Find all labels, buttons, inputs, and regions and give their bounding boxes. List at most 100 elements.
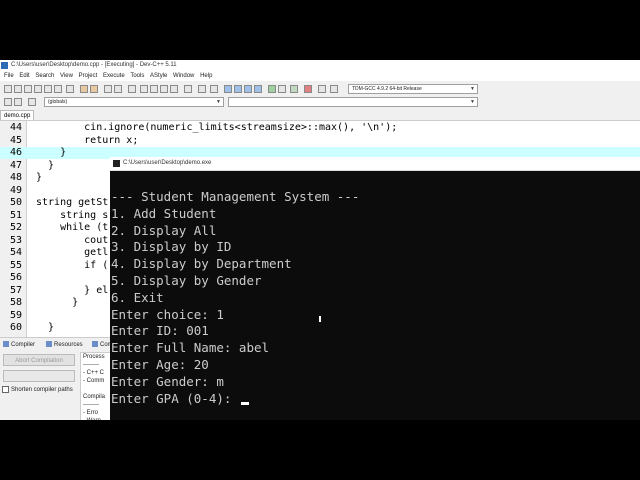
indent-icon[interactable] — [128, 85, 136, 93]
project-options-icon[interactable] — [170, 85, 178, 93]
console-line: 1. Add Student — [111, 205, 216, 222]
bookmark-goto-icon[interactable] — [210, 85, 218, 93]
console-line: Enter ID: 001 — [111, 322, 209, 339]
toolbar-info-icon[interactable] — [330, 85, 338, 93]
devcpp-app-icon — [1, 62, 8, 69]
shorten-paths-checkbox[interactable]: Shorten compiler paths — [2, 386, 73, 394]
line-number: 52 — [9, 222, 22, 233]
console-line: Enter GPA (0-4): — [111, 390, 249, 407]
scope-select[interactable]: (globals) ▼ — [44, 97, 224, 107]
new-file-icon[interactable] — [4, 85, 12, 93]
save-icon[interactable] — [24, 85, 32, 93]
menu-file[interactable]: File — [4, 71, 14, 81]
menu-tools[interactable]: Tools — [130, 71, 144, 81]
menu-astyle[interactable]: AStyle — [150, 71, 167, 81]
console-line: 5. Display by Gender — [111, 272, 262, 289]
code-text: } — [36, 297, 79, 308]
line-number: 57 — [9, 284, 22, 296]
code-text: return x; — [36, 134, 139, 146]
console-text: Enter GPA (0-4): — [111, 390, 239, 406]
check-syntax-icon[interactable] — [290, 85, 298, 93]
stop-execution-icon[interactable] — [304, 85, 312, 93]
scope-select-value: (globals) — [48, 99, 68, 105]
resources-icon — [46, 341, 52, 348]
main-toolbar: TDM-GCC 4.9.2 64-bit Release ▼ — [0, 81, 640, 97]
console-window[interactable]: C:\Users\user\Desktop\demo.exe --- Stude… — [110, 157, 640, 420]
console-text: Enter Full Name: abel — [111, 340, 270, 356]
code-text: } — [36, 147, 67, 158]
code-text: } — [36, 159, 55, 171]
code-text: cin.ignore(numeric_limits<streamsize>::m… — [36, 122, 398, 133]
find-icon[interactable] — [104, 85, 112, 93]
run-icon[interactable] — [234, 85, 242, 93]
print-icon[interactable] — [66, 85, 74, 93]
menu-bar: File Edit Search View Project Execute To… — [0, 71, 640, 81]
console-line: Enter Age: 20 — [111, 356, 209, 373]
redo-icon[interactable] — [90, 85, 98, 93]
console-text: Enter ID: 001 — [111, 323, 209, 339]
project-new-icon[interactable] — [140, 85, 148, 93]
save-all-icon[interactable] — [34, 85, 42, 93]
rebuild-icon[interactable] — [254, 85, 262, 93]
insert-icon[interactable] — [4, 98, 12, 106]
code-line: 44 cin.ignore(numeric_limits<streamsize>… — [0, 122, 640, 134]
console-line: Enter Gender: m — [111, 373, 224, 390]
tab-compiler[interactable]: Compiler — [3, 340, 35, 350]
line-number: 54 — [9, 247, 22, 258]
compile-icon[interactable] — [224, 85, 232, 93]
line-number: 47 — [9, 159, 22, 171]
menu-search[interactable]: Search — [35, 71, 54, 81]
compiler-select[interactable]: TDM-GCC 4.9.2 64-bit Release ▼ — [348, 84, 478, 94]
menu-project[interactable]: Project — [79, 71, 98, 81]
line-number: 59 — [9, 309, 22, 321]
menu-window[interactable]: Window — [173, 71, 194, 81]
line-number: 49 — [9, 184, 22, 196]
console-text: 6. Exit — [111, 289, 164, 305]
line-number: 44 — [9, 122, 22, 133]
toggle-bookmark-icon[interactable] — [14, 98, 22, 106]
goto-bookmark-icon[interactable] — [28, 98, 36, 106]
class-toolbar: (globals) ▼ ▼ — [0, 96, 640, 109]
project-add-icon[interactable] — [150, 85, 158, 93]
console-text: 2. Display All — [111, 222, 217, 238]
console-text: 4. Display by Department — [111, 256, 292, 272]
bookmark-icon[interactable] — [198, 85, 206, 93]
abort-compilation-button[interactable]: Abort Compilation — [3, 354, 75, 366]
menu-execute[interactable]: Execute — [103, 71, 125, 81]
goto-line-icon[interactable] — [184, 85, 192, 93]
compiler-icon — [3, 341, 9, 348]
bottom-panel-blank-button[interactable] — [3, 370, 75, 382]
tab-demo-cpp[interactable]: demo.cpp — [0, 110, 34, 120]
console-text: Enter Age: 20 — [111, 357, 209, 372]
console-line: 6. Exit — [111, 289, 164, 306]
close-file-icon[interactable] — [44, 85, 52, 93]
project-remove-icon[interactable] — [160, 85, 168, 93]
function-select[interactable]: ▼ — [228, 97, 478, 107]
close-all-icon[interactable] — [54, 85, 62, 93]
mouse-cursor — [319, 316, 321, 322]
code-text: string getSt — [36, 197, 109, 208]
code-text: if ( — [36, 259, 109, 271]
menu-view[interactable]: View — [60, 71, 73, 81]
compile-run-icon[interactable] — [244, 85, 252, 93]
menu-edit[interactable]: Edit — [19, 71, 29, 81]
profile-icon[interactable] — [278, 85, 286, 93]
console-text: --- Student Management System --- — [111, 189, 360, 204]
undo-icon[interactable] — [80, 85, 88, 93]
console-line: Enter choice: 1 — [111, 306, 224, 323]
console-window-title: C:\Users\user\Desktop\demo.exe — [123, 160, 212, 166]
console-app-icon — [113, 160, 120, 167]
line-number: 50 — [9, 197, 22, 208]
toolbar-extra-icon[interactable] — [318, 85, 326, 93]
code-text: } — [36, 172, 43, 183]
console-text: Enter Gender: m — [111, 373, 224, 389]
debug-icon[interactable] — [268, 85, 276, 93]
console-line: 4. Display by Department — [111, 255, 292, 272]
chevron-down-icon: ▼ — [470, 99, 475, 105]
tab-resources[interactable]: Resources — [46, 340, 83, 350]
menu-help[interactable]: Help — [200, 71, 212, 81]
replace-icon[interactable] — [114, 85, 122, 93]
code-text: string s — [36, 209, 109, 221]
line-number: 46 — [9, 147, 22, 158]
open-file-icon[interactable] — [14, 85, 22, 93]
